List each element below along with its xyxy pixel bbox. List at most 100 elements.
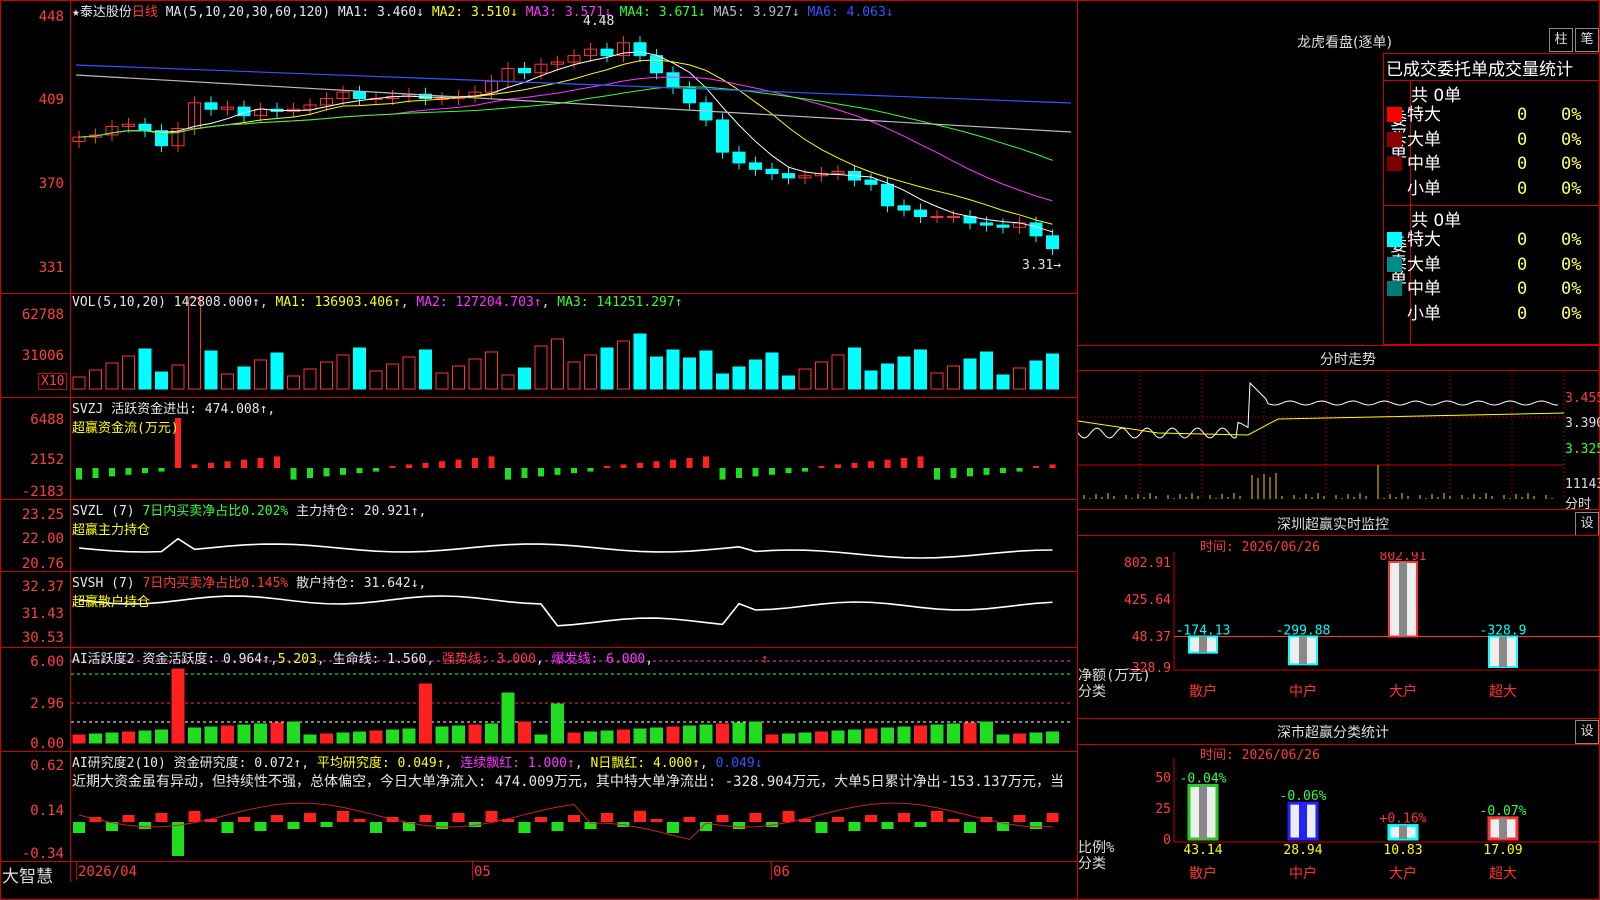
candle-body	[1046, 235, 1059, 250]
fl-change-label: -0.07%	[1480, 804, 1527, 819]
row-name: 大单	[1407, 129, 1441, 150]
activity-bar	[270, 722, 284, 744]
flow-bar	[356, 468, 363, 474]
flow-bar	[92, 468, 99, 478]
sz-bar-shade	[1399, 562, 1407, 637]
high-label: 4.48	[583, 14, 615, 29]
vol-bar	[666, 349, 680, 390]
research-bar	[964, 822, 976, 833]
activity-bar	[732, 722, 746, 744]
kline-canvas[interactable]	[71, 0, 1077, 880]
candle-body	[518, 67, 531, 74]
vol-bar	[336, 354, 350, 390]
flow-bar	[439, 461, 445, 468]
flow-bar	[917, 456, 924, 468]
row-percent: 0%	[1561, 279, 1582, 299]
fl-change-label: -0.04%	[1180, 772, 1227, 787]
vol-bar	[386, 363, 399, 390]
candle-body	[881, 183, 894, 207]
vol-bar	[881, 363, 894, 390]
flow-bar	[274, 456, 280, 468]
candle-body	[782, 173, 795, 179]
vol-bar	[303, 368, 317, 390]
flow-bar	[703, 456, 709, 468]
research-bar	[601, 813, 613, 822]
candle-body	[996, 224, 1010, 228]
tick: 448	[38, 9, 64, 25]
fs-tick: 3.390	[1565, 416, 1600, 431]
tick: 31006	[21, 348, 64, 364]
research-bar	[815, 822, 828, 833]
research-bar	[733, 822, 745, 829]
vol-bar	[402, 356, 416, 390]
research-bar	[73, 822, 85, 833]
flow-bar	[290, 468, 297, 480]
activity-bar	[848, 729, 861, 744]
candle-body	[980, 222, 993, 226]
fs-vol: 11143	[1565, 477, 1600, 492]
fl-settings-button[interactable]: 设	[1575, 720, 1599, 744]
sz-value-label: -174.13	[1176, 623, 1231, 638]
vol-bar	[320, 361, 333, 390]
sell-row-3: 小单 0 0%	[1385, 302, 1600, 326]
ma-line	[78, 59, 1053, 225]
research-bar	[947, 819, 960, 822]
row-percent: 0%	[1561, 154, 1582, 174]
fl-bar-shade	[1299, 803, 1307, 839]
color-swatch	[1387, 156, 1402, 171]
flow-bar	[125, 468, 132, 475]
vol-info: VOL(5,10,20) 142808.000↑, MA1: 136903.40…	[72, 295, 683, 310]
flow-bar	[884, 459, 891, 468]
price-info: ★泰达股份日线 MA(5,10,20,30,60,120) MA1: 3.460…	[72, 1, 894, 20]
activity-bar	[254, 723, 267, 744]
flow-bar	[158, 468, 165, 472]
sz-settings-button[interactable]: 设	[1575, 512, 1599, 536]
activity-bar	[204, 726, 218, 744]
tick-mode-button[interactable]: 笔	[1575, 28, 1599, 52]
period-label[interactable]: 日线	[132, 5, 158, 20]
flow-bar	[323, 468, 330, 477]
activity-bar	[914, 725, 927, 744]
sz-ylabel: 净额(万元)	[1078, 668, 1151, 684]
star-icon[interactable]: ★	[72, 5, 80, 20]
flow-bar	[241, 459, 247, 468]
sz-category: 大户	[1389, 683, 1417, 700]
flow-bar	[719, 468, 726, 480]
fl-title: 深市超赢分类统计	[1277, 725, 1389, 741]
flow-bar	[620, 464, 627, 468]
vol-bar	[683, 357, 696, 390]
flow-bar	[389, 466, 396, 468]
flow-bar	[785, 468, 792, 474]
activity-bar	[386, 729, 399, 744]
row-value: 0	[1517, 279, 1528, 299]
ai2-t2: 平均研究度: 0.049↑	[316, 756, 445, 771]
brand-logo[interactable]: 大智慧	[2, 862, 53, 887]
flow-bar	[1016, 468, 1023, 472]
research-bar	[716, 815, 729, 822]
stock-name: 泰达股份	[79, 5, 132, 20]
intraday-chart[interactable]	[1078, 371, 1600, 507]
ai2-label: AI研究度2(10)	[72, 756, 166, 771]
fs-title[interactable]: 分时走势	[1320, 349, 1376, 369]
svsh-sub: 超赢散户持仓	[72, 595, 151, 610]
research-bar	[287, 822, 300, 829]
research-bar	[914, 822, 927, 827]
research-bar	[304, 813, 316, 822]
flow-bar	[554, 468, 561, 475]
row-value: 0	[1517, 254, 1528, 275]
row-name: 小单	[1407, 303, 1441, 324]
activity-bar	[402, 728, 416, 744]
flow-bar	[587, 468, 594, 472]
flow-bar	[521, 468, 528, 478]
flow-bar	[257, 458, 264, 468]
ai1-label: AI活跃度2	[72, 652, 135, 667]
bar-mode-button[interactable]: 柱	[1549, 28, 1573, 52]
ai2-comment: 近期大资金虽有异动，但持续性不强，总体偏空，今日大单净流入: 474.009万元…	[72, 774, 1065, 790]
ma-line	[78, 51, 1053, 233]
ai1-t5: 爆发线: 6.000	[551, 652, 646, 667]
vol-ma3: MA3: 141251.297↑	[557, 295, 683, 310]
row-percent: 0%	[1561, 129, 1582, 150]
research-bar	[832, 817, 844, 822]
vol-bar	[188, 297, 201, 390]
fl-bar-shade	[1499, 817, 1507, 839]
